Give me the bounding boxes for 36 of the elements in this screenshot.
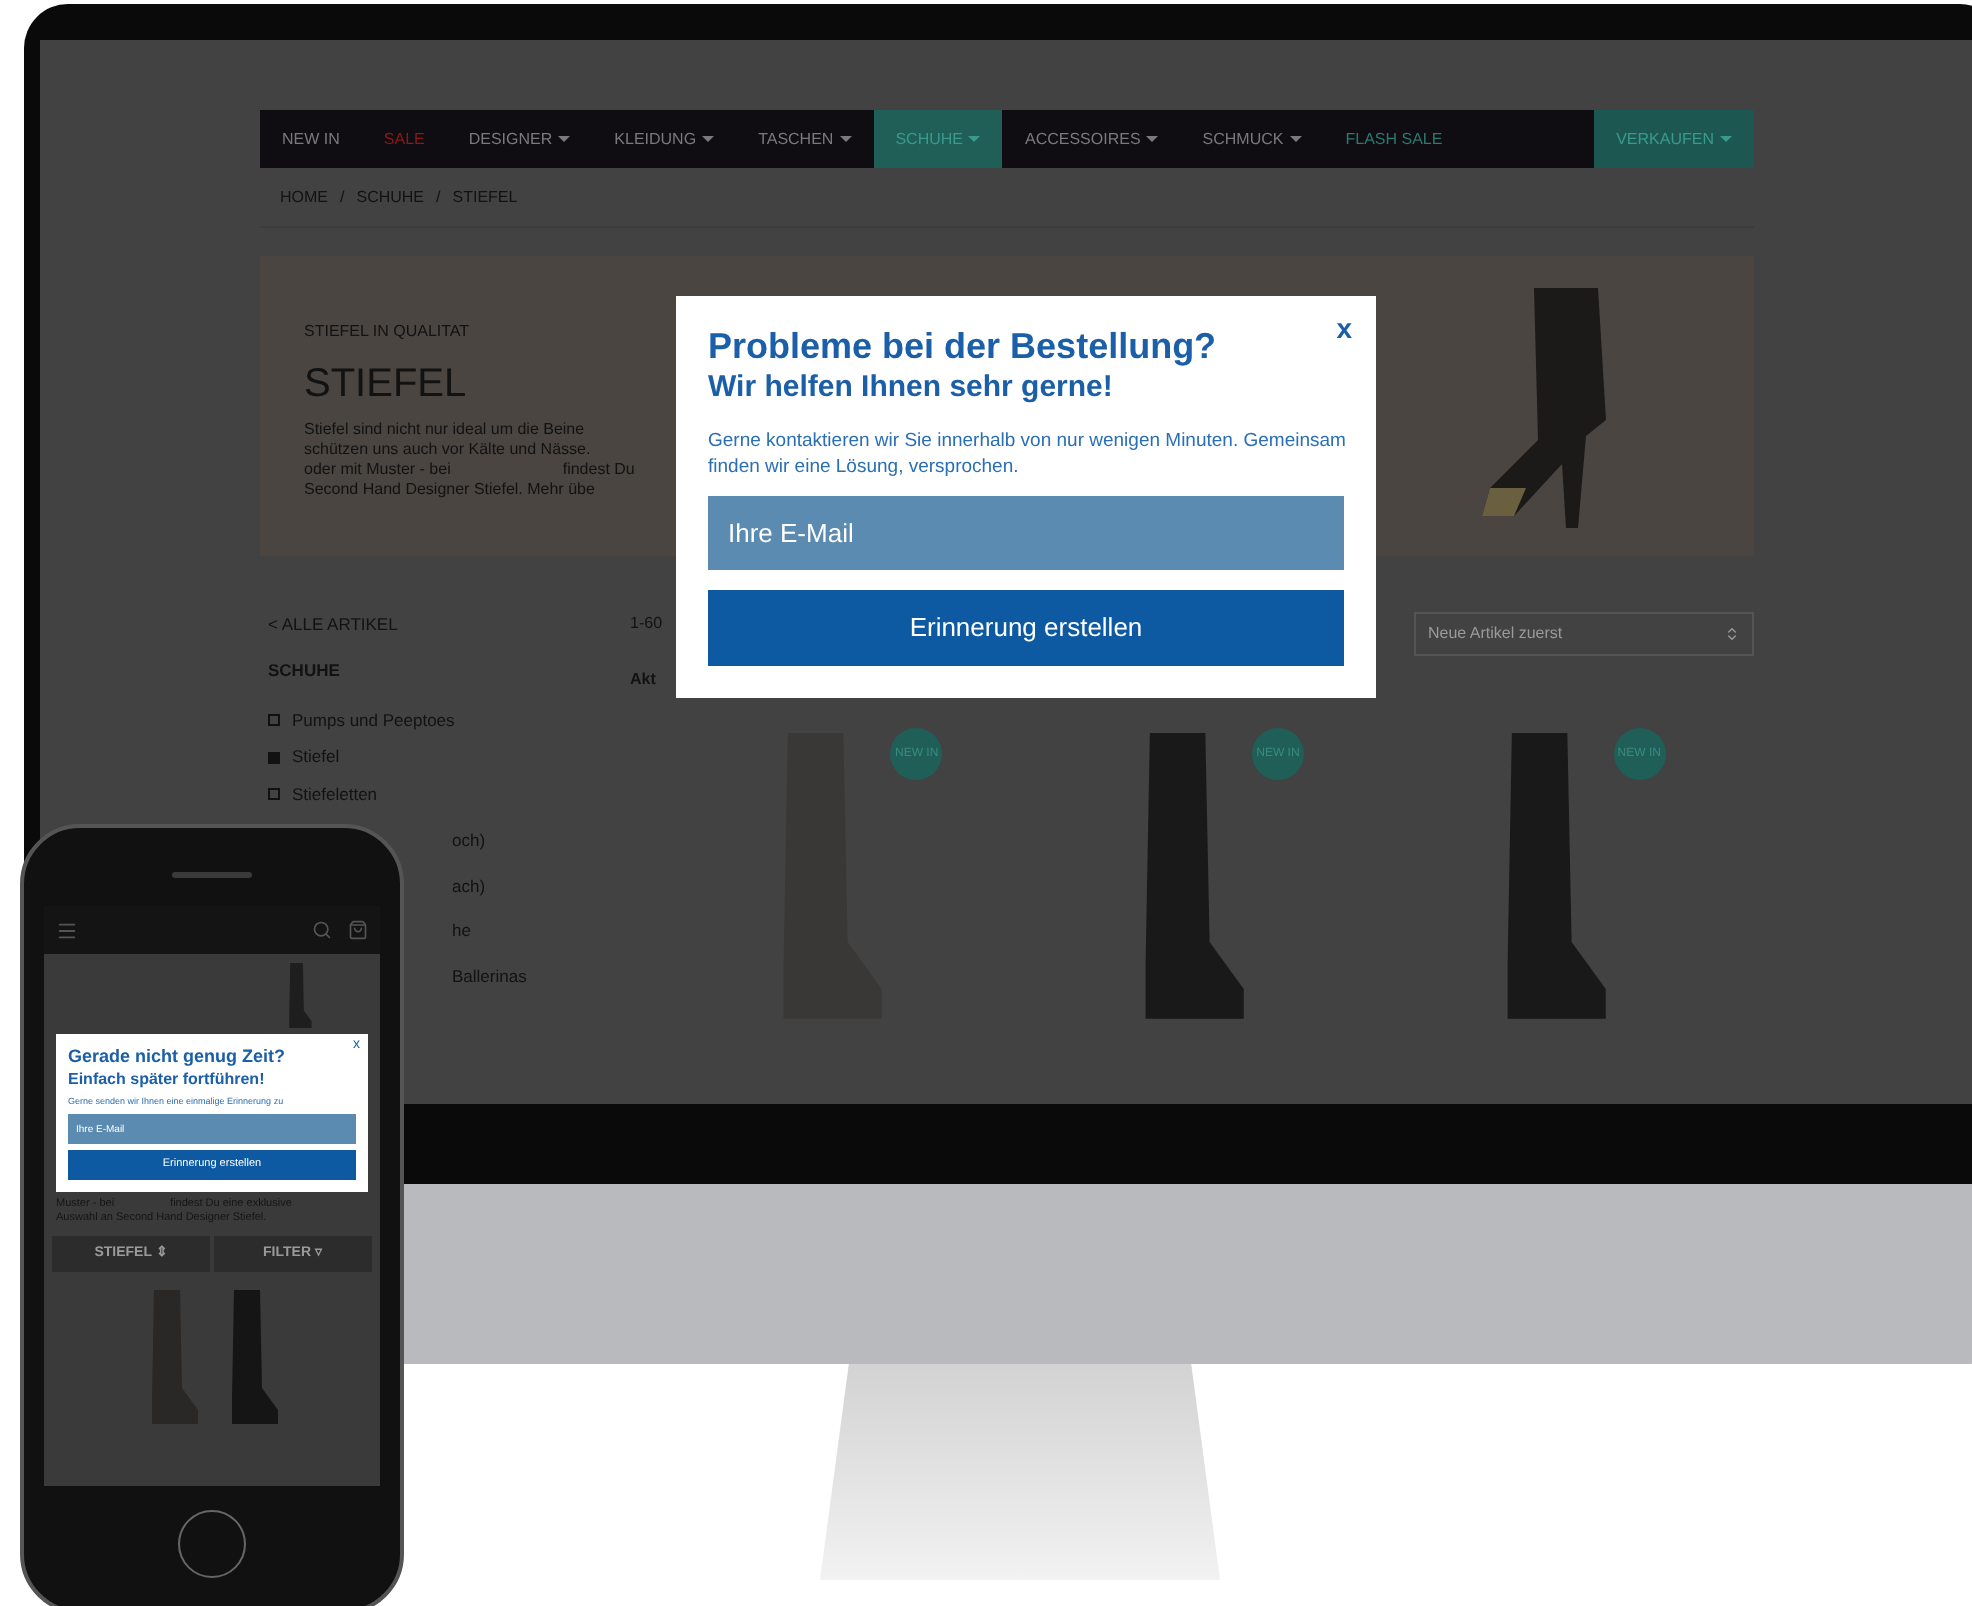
hero-text-line: Second Hand Designer Stiefel. Mehr übe <box>304 480 597 500</box>
sort-arrows-icon <box>1724 626 1740 642</box>
sort-select[interactable]: Neue Artikel zuerst <box>1414 612 1754 656</box>
email-field[interactable]: Ihre E-Mail <box>708 496 1344 570</box>
hero-text-line: oder mit Muster - bei <box>304 460 451 480</box>
bag-icon[interactable] <box>348 920 368 940</box>
checkbox[interactable] <box>268 713 280 726</box>
hero-text-line: findest Du <box>562 460 635 480</box>
nav-item[interactable]: VERKAUFEN <box>1594 110 1754 168</box>
nav-item[interactable]: SCHMUCK <box>1180 110 1324 168</box>
menu-icon[interactable] <box>56 919 78 941</box>
dialog-title: Gerade nicht genug Zeit? <box>68 1044 286 1068</box>
hero-title: STIEFEL <box>304 360 469 408</box>
dialog-text: Gerne kontaktieren wir Sie innerhalb von nur wenigen Minuten. Gemeinsam finden wir eine Lösung, versprochen. <box>708 428 1348 480</box>
dialog-subtitle: Wir helfen Ihnen sehr gerne! <box>708 368 1115 408</box>
home-button-icon[interactable] <box>178 1510 246 1578</box>
hero-text-line: schützen uns auch vor Kälte und Nässe. <box>304 440 593 460</box>
breadcrumb-separator: / <box>436 185 441 209</box>
close-button[interactable]: x <box>1336 308 1352 350</box>
nav-item[interactable]: DESIGNER <box>446 110 593 168</box>
search-icon[interactable] <box>312 920 332 940</box>
nav-item[interactable]: ACCESSOIRES <box>1002 110 1181 168</box>
breadcrumb-separator: / <box>340 185 345 209</box>
checkbox[interactable] <box>268 788 280 801</box>
hero-text-line: Stiefel sind nicht nur ideal um die Beine <box>304 420 587 440</box>
sort-value: Neue Artikel zuerst <box>1428 622 1563 646</box>
nav-item[interactable]: KLEIDUNG <box>592 110 737 168</box>
reminder-button[interactable]: Erinnerung erstellen <box>708 590 1344 666</box>
checkbox[interactable] <box>268 751 280 764</box>
nav-item[interactable]: FLASH SALE <box>1323 110 1465 168</box>
nav-item[interactable]: NEW IN <box>260 110 362 168</box>
dialog-title: Probleme bei der Bestellung? <box>708 324 1217 368</box>
speaker-icon <box>172 872 252 878</box>
dialog-subtitle: Einfach später fortführen! <box>68 1068 267 1090</box>
nav-item[interactable]: TASCHEN <box>736 110 874 168</box>
hero-eyebrow: STIEFEL IN QUALITAT <box>304 320 472 344</box>
